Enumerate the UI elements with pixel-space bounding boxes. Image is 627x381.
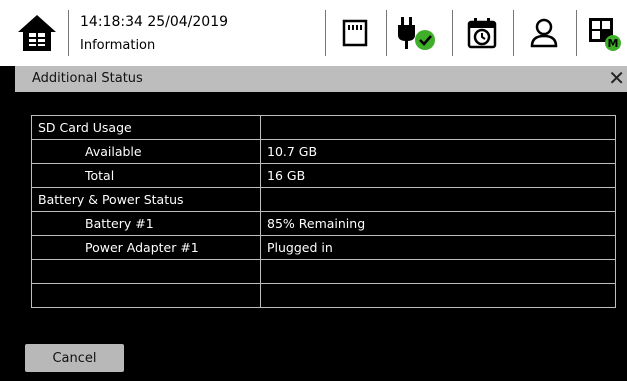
row-value: 10.7 GB — [260, 139, 616, 164]
separator — [452, 10, 453, 56]
dialog-header: Additional Status ✕ — [15, 66, 627, 92]
home-button[interactable] — [12, 8, 62, 58]
page-title: Information — [80, 38, 156, 53]
row-label — [31, 259, 261, 284]
row-value — [260, 187, 616, 212]
table-row: Battery & Power Status — [31, 187, 616, 212]
svg-text:M: M — [608, 37, 619, 50]
row-label: SD Card Usage — [31, 115, 261, 140]
table-row: Available 10.7 GB — [31, 139, 616, 164]
close-icon[interactable]: ✕ — [608, 66, 625, 90]
separator — [325, 10, 326, 56]
sd-card-icon — [342, 19, 368, 47]
table-row — [31, 283, 616, 308]
row-label: Total — [31, 163, 261, 188]
table-row: SD Card Usage — [31, 115, 616, 140]
separator — [513, 10, 514, 56]
separator — [386, 10, 387, 56]
row-value — [260, 283, 616, 308]
status-table: SD Card Usage Available 10.7 GB Total 16… — [31, 115, 616, 308]
separator — [68, 10, 69, 56]
row-value: 16 GB — [260, 163, 616, 188]
row-value: 85% Remaining — [260, 211, 616, 236]
home-icon — [18, 15, 56, 51]
sd-card-button[interactable] — [335, 12, 375, 54]
power-status-button[interactable] — [392, 12, 442, 54]
separator — [576, 10, 577, 56]
schedule-button[interactable] — [460, 12, 504, 54]
row-value: Plugged in — [260, 235, 616, 260]
row-label — [31, 283, 261, 308]
additional-status-dialog: Additional Status ✕ SD Card Usage Availa… — [15, 66, 627, 378]
row-label: Available — [31, 139, 261, 164]
layout-button[interactable]: M — [584, 12, 624, 54]
table-row — [31, 259, 616, 284]
clock-readout: 14:18:34 25/04/2019 — [80, 14, 229, 30]
row-value — [260, 259, 616, 284]
calendar-clock-icon — [467, 18, 497, 49]
row-label: Power Adapter #1 — [31, 235, 261, 260]
table-row: Total 16 GB — [31, 163, 616, 188]
row-label: Battery #1 — [31, 211, 261, 236]
dialog-title: Additional Status — [32, 71, 143, 86]
user-button[interactable] — [522, 12, 566, 54]
table-row: Battery #1 85% Remaining — [31, 211, 616, 236]
cancel-button[interactable]: Cancel — [25, 344, 124, 372]
table-row: Power Adapter #1 Plugged in — [31, 235, 616, 260]
layout-m-icon: M — [589, 18, 621, 51]
power-plug-check-icon — [398, 17, 435, 50]
row-value — [260, 115, 616, 140]
user-icon — [530, 18, 558, 48]
top-bar: 14:18:34 25/04/2019 Information M — [0, 0, 627, 66]
row-label: Battery & Power Status — [31, 187, 261, 212]
